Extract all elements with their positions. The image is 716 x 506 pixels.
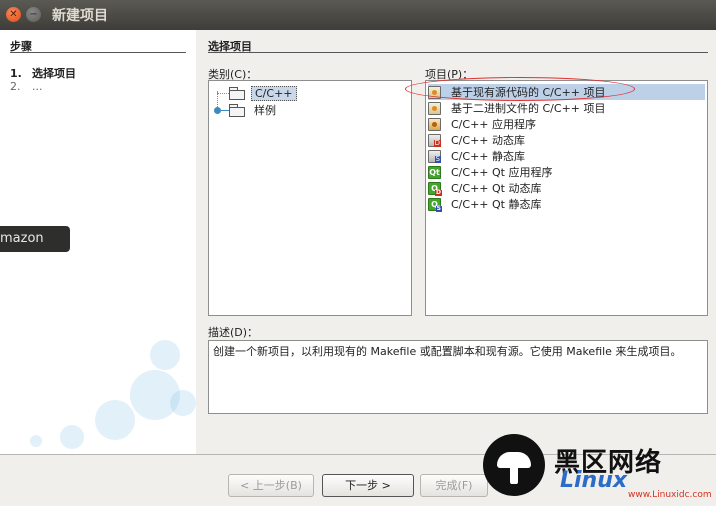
back-button[interactable]: < 上一步(B)	[228, 474, 314, 497]
expand-handle-icon[interactable]	[214, 107, 221, 114]
close-icon: ✕	[9, 9, 18, 20]
list-item[interactable]: 基于二进制文件的 C/C++ 项目	[428, 100, 705, 116]
project-item-label: C/C++ 动态库	[451, 134, 525, 147]
amazon-launcher-tooltip: mazon	[0, 226, 70, 252]
category-tree[interactable]: C/C++ 样例	[208, 80, 412, 316]
decorative-bubble	[30, 435, 42, 447]
project-list[interactable]: 基于现有源代码的 C/C++ 项目 基于二进制文件的 C/C++ 项目 C/C+…	[425, 80, 708, 316]
project-item-label: C/C++ 静态库	[451, 150, 525, 163]
application-icon	[428, 117, 441, 131]
category-item-cpp[interactable]: C/C++	[229, 85, 297, 101]
step-label: ...	[32, 80, 43, 93]
list-item[interactable]: C/C++ 静态库	[428, 148, 705, 164]
step-item-1: 1. 选择项目	[10, 65, 76, 81]
decorative-bubble	[95, 400, 135, 440]
section-divider	[208, 52, 708, 53]
project-item-label: 基于二进制文件的 C/C++ 项目	[451, 102, 606, 115]
category-item-label: 样例	[254, 104, 276, 117]
decorative-bubble	[150, 340, 180, 370]
window-title: 新建项目	[52, 8, 108, 24]
step-label: 选择项目	[32, 67, 76, 80]
category-item-samples[interactable]: 样例	[229, 102, 279, 118]
step-number: 1.	[10, 67, 22, 80]
project-item-label: C/C++ Qt 动态库	[451, 182, 542, 195]
project-item-label: C/C++ 应用程序	[451, 118, 536, 131]
folder-icon	[229, 87, 245, 100]
watermark-url: www.Linuxidc.com	[628, 490, 712, 500]
steps-divider	[10, 52, 186, 53]
minimize-icon: −	[29, 9, 38, 20]
list-item[interactable]: Qt C/C++ Qt 应用程序	[428, 164, 705, 180]
decorative-bubble	[60, 425, 84, 449]
tree-connector	[221, 110, 229, 111]
list-item[interactable]: QD C/C++ Qt 动态库	[428, 180, 705, 196]
dynamic-library-icon	[428, 133, 441, 147]
static-library-icon	[428, 149, 441, 163]
step-item-2: 2....	[10, 80, 43, 93]
binary-project-icon	[428, 101, 441, 115]
qt-dynamic-library-icon: QD	[428, 181, 442, 196]
watermark-text-en: Linux	[560, 468, 628, 493]
qt-static-library-icon: QS	[428, 197, 442, 212]
list-item[interactable]: C/C++ 应用程序	[428, 116, 705, 132]
project-item-label: C/C++ Qt 静态库	[451, 198, 542, 211]
finish-button[interactable]: 完成(F)	[420, 474, 488, 497]
list-item[interactable]: C/C++ 动态库	[428, 132, 705, 148]
minimize-window-button[interactable]: −	[26, 7, 41, 22]
step-number: 2.	[10, 80, 21, 93]
list-item[interactable]: QS C/C++ Qt 静态库	[428, 196, 705, 212]
annotation-ellipse	[405, 77, 635, 101]
watermark-logo-icon	[483, 434, 545, 496]
next-button[interactable]: 下一步 >	[322, 474, 414, 497]
mushroom-stem-icon	[510, 466, 518, 484]
description-label: 描述(D)：	[208, 326, 259, 339]
project-item-label: C/C++ Qt 应用程序	[451, 166, 553, 179]
category-item-label: C/C++	[251, 85, 297, 101]
decorative-bubble	[170, 390, 196, 416]
tree-connector	[217, 93, 229, 94]
folder-icon	[229, 104, 245, 117]
close-window-button[interactable]: ✕	[6, 7, 21, 22]
title-bar: ✕ − 新建项目	[0, 0, 716, 30]
qt-application-icon: Qt	[428, 165, 441, 179]
description-text: 创建一个新项目，以利用现有的 Makefile 或配置脚本和现有源。它使用 Ma…	[208, 340, 708, 414]
